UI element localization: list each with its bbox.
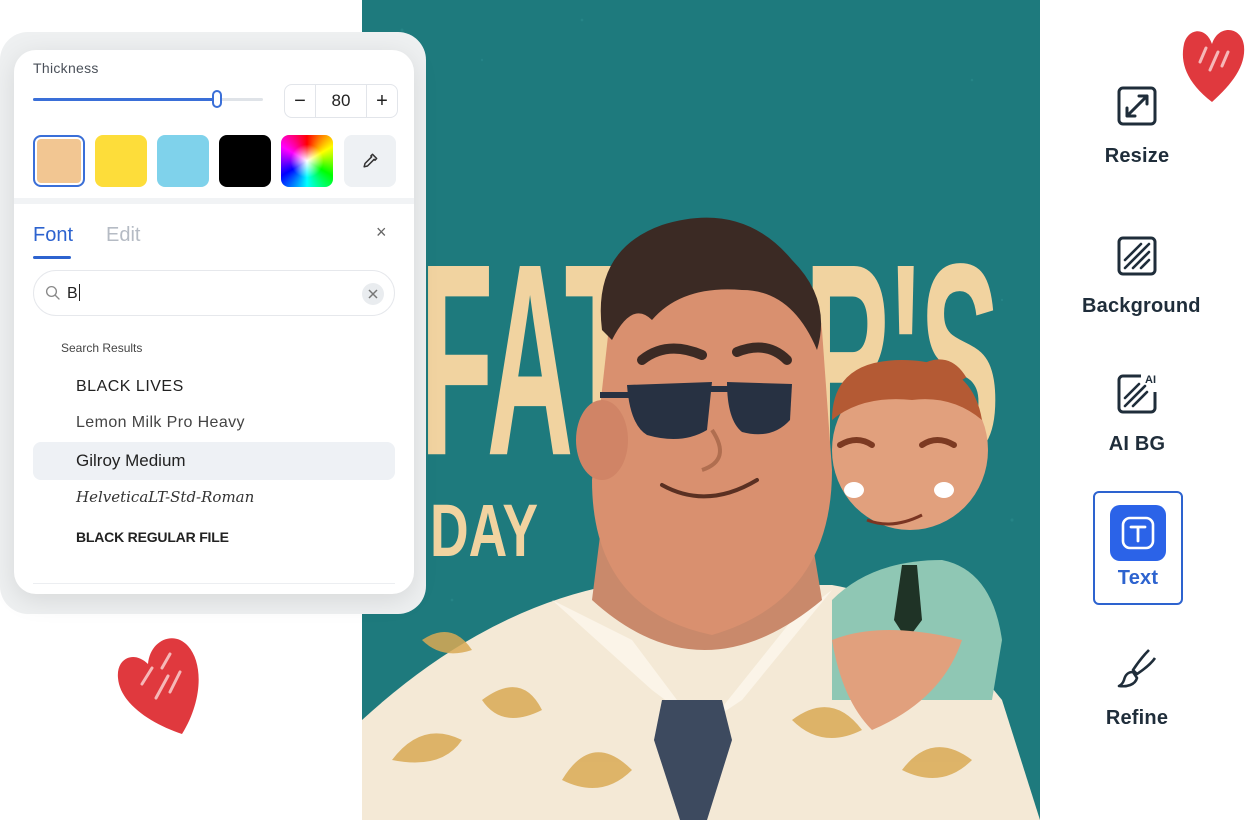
resize-icon: [1117, 86, 1157, 126]
eyedropper-icon: [363, 153, 378, 168]
tool-ai-bg-label: AI BG: [1108, 433, 1166, 455]
poster-illustration: FATHER'S DAY: [362, 0, 1040, 820]
thickness-slider-fill: [33, 98, 217, 101]
heart-doodle-bottom-left: [117, 638, 199, 734]
thickness-slider[interactable]: [33, 90, 263, 108]
tool-background[interactable]: Background: [1082, 234, 1201, 318]
tool-text[interactable]: Text: [1093, 491, 1183, 605]
poster-title-line2: DAY: [430, 489, 538, 572]
background-icon: [1117, 236, 1157, 276]
text-cursor: [78, 284, 80, 301]
ai-bg-icon: AI: [1117, 374, 1157, 414]
swatch-light-blue[interactable]: [157, 135, 209, 187]
thickness-slider-thumb[interactable]: [212, 90, 222, 108]
swatch-black[interactable]: [219, 135, 271, 187]
font-result-black-regular[interactable]: BLACK REGULAR FILE: [33, 518, 395, 556]
text-icon: [1121, 516, 1155, 550]
decrease-button[interactable]: −: [285, 85, 315, 117]
tool-ai-bg[interactable]: AI AI BG: [1082, 372, 1192, 456]
search-query: B: [67, 284, 80, 303]
tool-background-label: Background: [1082, 295, 1201, 317]
clear-icon: [368, 289, 378, 299]
swatch-yellow[interactable]: [95, 135, 147, 187]
tool-refine-label: Refine: [1105, 707, 1169, 729]
clear-search-button[interactable]: [362, 283, 384, 305]
tab-font[interactable]: Font: [33, 224, 73, 247]
thickness-value[interactable]: 80: [315, 85, 367, 117]
tab-underline: [33, 256, 71, 259]
search-icon: [45, 285, 60, 300]
close-icon[interactable]: ×: [376, 222, 387, 243]
tool-resize-label: Resize: [1104, 145, 1170, 167]
font-search-input[interactable]: B: [33, 270, 395, 316]
brush-icon: [1117, 649, 1157, 688]
ai-badge: AI: [1145, 374, 1156, 386]
thickness-label: Thickness: [33, 60, 99, 76]
search-query-text: B: [67, 285, 78, 302]
tool-text-label: Text: [1117, 567, 1159, 589]
swatch-peach[interactable]: [33, 135, 85, 187]
tab-edit[interactable]: Edit: [106, 224, 140, 247]
font-result-lemon-milk[interactable]: Lemon Milk Pro Heavy: [33, 404, 395, 442]
thickness-stepper: − 80 +: [284, 84, 398, 118]
font-result-black-lives[interactable]: BLACK LIVES: [33, 368, 395, 406]
text-icon-tile: [1110, 505, 1166, 561]
section-divider: [14, 198, 414, 204]
increase-button[interactable]: +: [367, 85, 397, 117]
swatch-color-picker[interactable]: [281, 135, 333, 187]
heart-doodle-top-right: [1182, 29, 1245, 102]
font-panel: Thickness − 80 + Font Edit × B Search Re…: [14, 50, 414, 594]
eyedropper-button[interactable]: [344, 135, 396, 187]
font-result-gilroy[interactable]: Gilroy Medium: [33, 442, 395, 480]
font-result-helvetica[interactable]: HelveticaLT-Std-Roman: [33, 478, 395, 516]
poster-canvas[interactable]: FATHER'S DAY: [362, 0, 1040, 820]
tool-refine[interactable]: Refine: [1082, 646, 1192, 730]
search-results-label: Search Results: [61, 341, 143, 355]
panel-bottom-divider: [33, 583, 395, 584]
